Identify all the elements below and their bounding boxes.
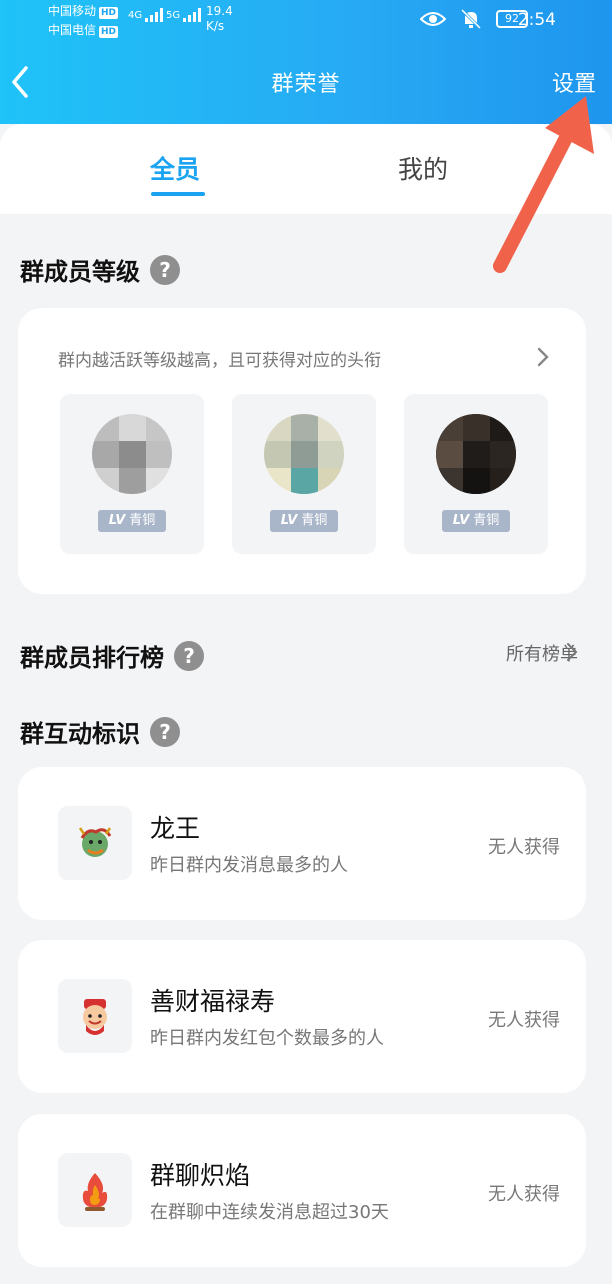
identity-status: 无人获得 <box>488 1184 560 1205</box>
identity-status: 无人获得 <box>488 837 560 858</box>
identity-name: 善财福禄寿 <box>150 987 276 1016</box>
help-icon[interactable]: ? <box>174 640 204 671</box>
identity-card[interactable]: 善财福禄寿 昨日群内发红包个数最多的人 无人获得 <box>18 940 586 1093</box>
identity-desc: 昨日群内发消息最多的人 <box>150 855 348 876</box>
help-icon[interactable]: ? <box>150 716 180 747</box>
identity-desc: 在群聊中连续发消息超过30天 <box>150 1202 389 1223</box>
chevron-right-icon <box>537 347 549 367</box>
section-title-interaction: 群互动标识 ? <box>20 714 180 749</box>
identity-card[interactable]: 龙王 昨日群内发消息最多的人 无人获得 <box>18 767 586 920</box>
annotation-arrow-icon <box>493 96 594 273</box>
level-hint: 群内越活跃等级越高，且可获得对应的头衔 <box>58 351 381 371</box>
member-card[interactable]: LV 青铜 <box>232 394 376 554</box>
identity-name: 龙王 <box>150 814 201 843</box>
level-badge: LV 青铜 <box>270 510 338 532</box>
identity-card[interactable]: 群聊炽焰 在群聊中连续发消息超过30天 无人获得 <box>18 1114 586 1267</box>
identity-status: 无人获得 <box>488 1010 560 1031</box>
flame-icon <box>58 1153 132 1227</box>
dragon-icon <box>58 806 132 880</box>
avatar <box>92 414 172 494</box>
identity-desc: 昨日群内发红包个数最多的人 <box>150 1028 384 1049</box>
avatar <box>264 414 344 494</box>
chevron-right-icon <box>567 643 578 661</box>
member-card[interactable]: LV 青铜 <box>404 394 548 554</box>
avatar <box>436 414 516 494</box>
section-title-ranking[interactable]: 群成员排行榜 ? <box>20 638 204 673</box>
level-badge: LV 青铜 <box>442 510 510 532</box>
member-card[interactable]: LV 青铜 <box>60 394 204 554</box>
member-level-card[interactable]: 群内越活跃等级越高，且可获得对应的头衔 LV 青铜 LV 青铜 LV 青铜 <box>18 308 586 594</box>
fortune-god-icon <box>58 979 132 1053</box>
level-badge: LV 青铜 <box>98 510 166 532</box>
identity-name: 群聊炽焰 <box>150 1161 251 1190</box>
